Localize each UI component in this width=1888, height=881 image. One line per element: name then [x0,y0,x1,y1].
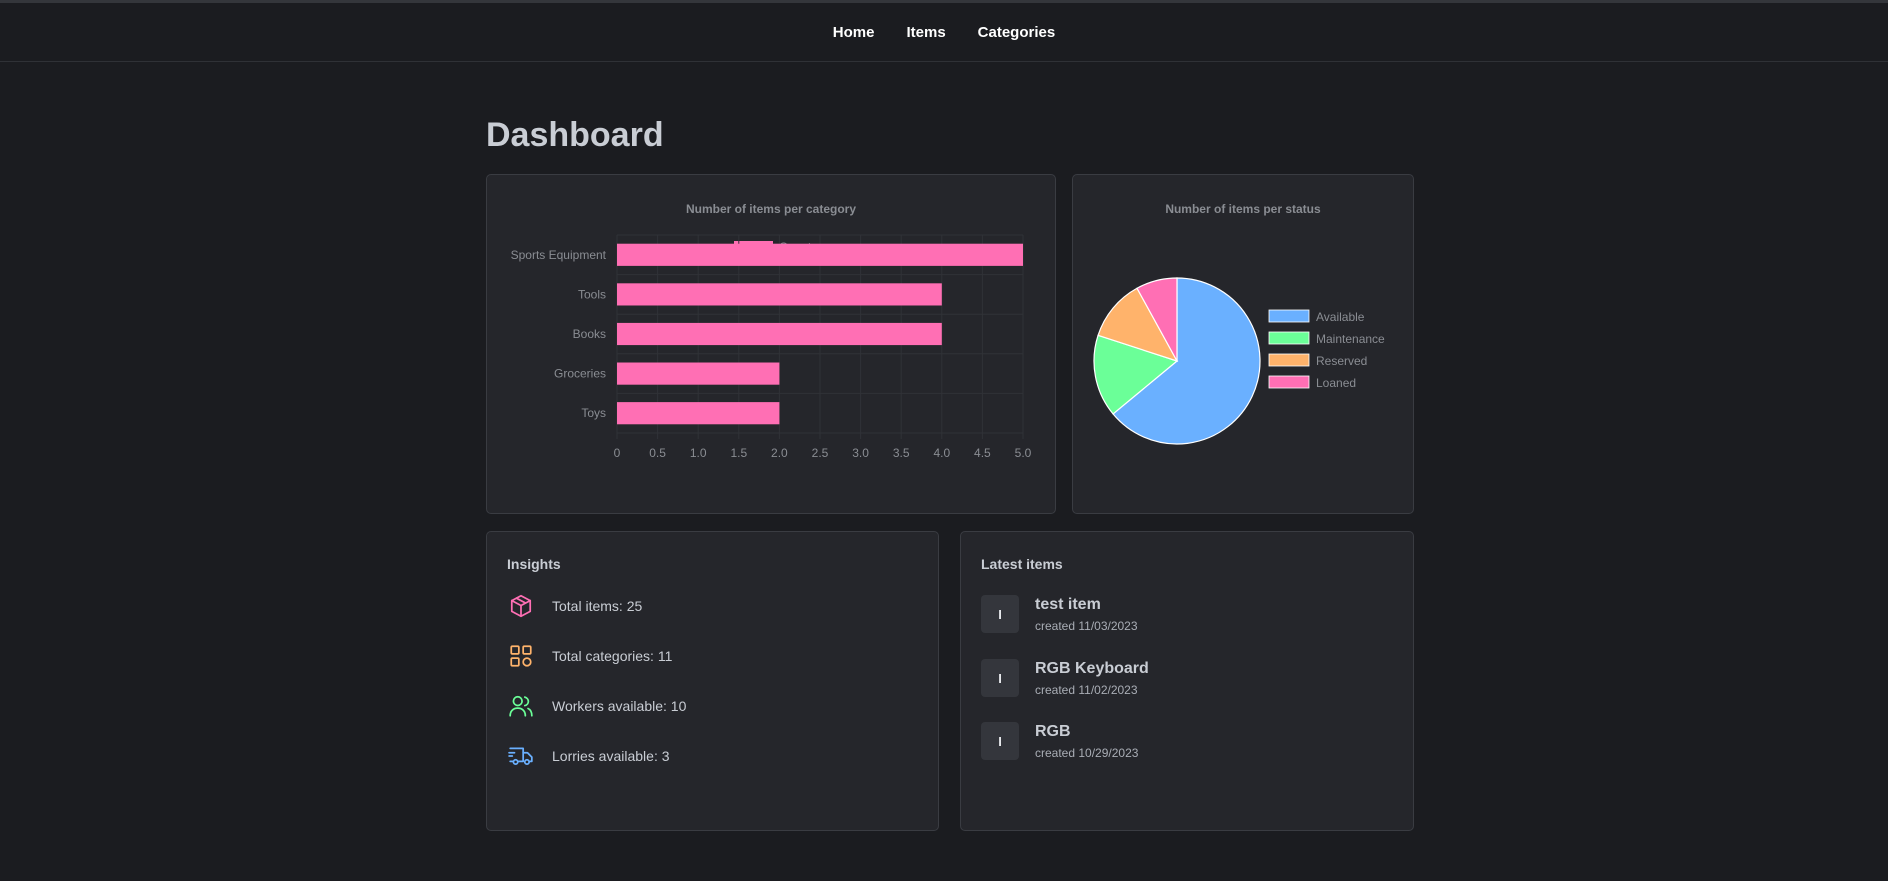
insight-text: Total items: 25 [552,598,643,614]
grid-shapes-icon [507,642,535,670]
latest-items-title: Latest items [981,556,1063,572]
bar[interactable] [617,283,942,306]
page-title: Dashboard [486,116,664,154]
nav-home-link[interactable]: Home [833,24,875,41]
insight-text: Total categories: 11 [552,648,673,664]
bar[interactable] [617,362,780,385]
bar-chart-title: Number of items per category [686,202,856,216]
item-avatar: I [981,659,1019,697]
pie-legend-swatch[interactable] [1268,353,1310,367]
pie-legend-label[interactable]: Maintenance [1316,332,1385,346]
bar-category-label: Tools [578,287,606,301]
item-created-date: created 11/03/2023 [1035,618,1138,633]
pie-legend-swatch[interactable] [1268,375,1310,389]
top-navbar: Home Items Categories [0,3,1888,62]
latest-item[interactable]: I test item created 11/03/2023 [981,595,1138,633]
bar-x-tick-label: 3.5 [893,446,910,460]
bar-category-label: Toys [581,406,606,420]
category-chart-card: Number of items per category Count Sport… [486,174,1056,514]
bar[interactable] [617,402,780,425]
latest-item[interactable]: I RGB Keyboard created 11/02/2023 [981,659,1149,697]
bar-x-tick-label: 0.5 [649,446,666,460]
insights-title: Insights [507,556,561,572]
cube-icon [507,592,535,620]
latest-item[interactable]: I RGB created 10/29/2023 [981,722,1138,760]
pie-legend-label[interactable]: Loaned [1316,376,1356,390]
insight-total-items: Total items: 25 [507,592,642,620]
pie-chart-title: Number of items per status [1165,202,1321,216]
bar-x-tick-label: 1.0 [690,446,707,460]
pie-chart-slices [1093,277,1261,445]
bar[interactable] [617,322,942,346]
pie-legend-swatch[interactable] [1268,309,1310,323]
item-avatar: I [981,595,1019,633]
pie-legend-label[interactable]: Available [1316,310,1365,324]
status-pie-chart: Number of items per status Available Main… [1093,202,1385,445]
bar[interactable] [617,243,1023,266]
bar-x-tick-label: 2.0 [771,446,788,460]
truck-icon [507,742,535,770]
item-name[interactable]: test item [1035,596,1138,614]
bar-category-label: Groceries [554,367,606,381]
users-icon [507,692,535,720]
pie-chart-legend: Available Maintenance Reserved Loaned [1268,309,1385,390]
bar-x-tick-label: 4.5 [974,446,991,460]
bar-x-tick-label: 2.5 [812,446,829,460]
insight-workers: Workers available: 10 [507,692,686,720]
insight-text: Workers available: 10 [552,698,687,714]
bar-chart-category-labels: Sports Equipment Tools Books Groceries Toys [511,248,607,420]
bar-chart-tick-labels: 0 0.5 1.0 1.5 2.0 2.5 3.0 3.5 4.0 4.5 5.0 [614,446,1032,460]
bar-x-tick-label: 0 [614,446,621,460]
bar-x-tick-label: 5.0 [1015,446,1032,460]
insights-card: Insights Total items: 25 Total categorie… [486,531,939,831]
status-chart-card: Number of items per status Available Main… [1072,174,1414,514]
bar-x-tick-label: 1.5 [730,446,747,460]
item-created-date: created 10/29/2023 [1035,745,1139,760]
bar-x-tick-label: 3.0 [852,446,869,460]
nav-categories-link[interactable]: Categories [978,24,1056,41]
item-name[interactable]: RGB [1035,723,1138,741]
insight-text: Lorries available: 3 [552,748,670,764]
insight-total-categories: Total categories: 11 [507,642,672,670]
pie-legend-swatch[interactable] [1268,331,1310,345]
bar-x-tick-label: 4.0 [933,446,950,460]
item-avatar: I [981,722,1019,760]
bar-category-label: Books [573,327,606,341]
insight-lorries: Lorries available: 3 [507,742,670,770]
pie-legend-label[interactable]: Reserved [1316,354,1367,368]
item-name[interactable]: RGB Keyboard [1035,660,1149,678]
item-created-date: created 11/02/2023 [1035,682,1138,697]
bar-category-label: Sports Equipment [511,248,607,262]
latest-items-card: Latest items I test item created 11/03/2… [960,531,1414,831]
nav-items-link[interactable]: Items [906,24,945,41]
category-bar-chart: Number of items per category Count Sport… [511,202,1032,460]
